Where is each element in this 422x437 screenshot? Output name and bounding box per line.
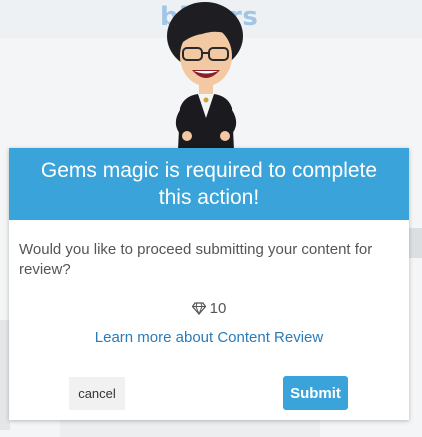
learn-more-link[interactable]: Learn more about Content Review <box>9 329 409 346</box>
dialog-message: Would you like to proceed submitting you… <box>19 241 373 278</box>
gems-required-dialog: Gems magic is required to complete this … <box>9 148 409 420</box>
gem-cost-value: 10 <box>209 300 227 317</box>
submit-button[interactable]: Submit <box>283 376 348 410</box>
background-side-tab <box>408 228 422 258</box>
dialog-title: Gems magic is required to complete this … <box>40 159 378 209</box>
diamond-icon <box>191 302 206 315</box>
gem-cost: 10 <box>9 300 409 317</box>
cancel-button[interactable]: cancel <box>69 377 125 410</box>
dialog-header: Gems magic is required to complete this … <box>9 148 409 220</box>
mascot-illustration <box>167 2 243 150</box>
